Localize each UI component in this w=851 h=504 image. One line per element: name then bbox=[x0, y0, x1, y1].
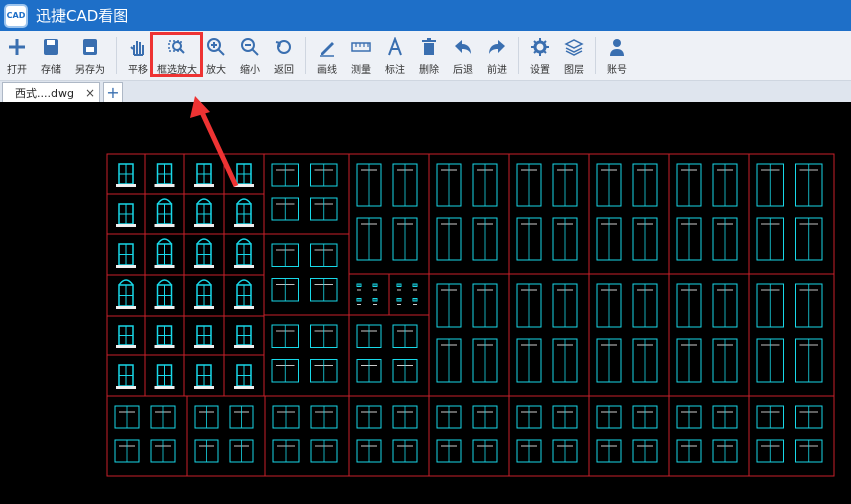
window-sill bbox=[116, 345, 136, 348]
plus-icon bbox=[9, 39, 25, 55]
zoom-out-label: 缩小 bbox=[240, 65, 260, 76]
window-sill bbox=[234, 224, 254, 227]
window-sill bbox=[116, 306, 136, 309]
ruler-icon bbox=[351, 42, 371, 52]
close-icon[interactable]: × bbox=[85, 86, 95, 100]
hand-icon bbox=[130, 41, 144, 56]
window-sill bbox=[234, 265, 254, 268]
window-sill bbox=[154, 265, 175, 268]
detail-cell bbox=[748, 395, 835, 477]
window-sill bbox=[116, 184, 136, 187]
window-sill bbox=[154, 386, 175, 389]
window-sill bbox=[116, 265, 136, 268]
layers-icon bbox=[564, 39, 584, 56]
window-sill bbox=[154, 306, 175, 309]
detail-cell bbox=[263, 314, 350, 397]
delete-label: 删除 bbox=[419, 65, 439, 76]
window-sill bbox=[234, 386, 254, 389]
toolbar-separator bbox=[305, 37, 306, 74]
account-button[interactable]: 账号 bbox=[600, 31, 634, 80]
layers-button[interactable]: 图层 bbox=[557, 31, 591, 80]
undo-label: 后退 bbox=[453, 65, 473, 76]
window-sill bbox=[234, 184, 254, 187]
window-sill bbox=[194, 345, 214, 348]
save-label: 存储 bbox=[41, 65, 61, 76]
app-title: 迅捷CAD看图 bbox=[36, 7, 129, 25]
annotate-label: 标注 bbox=[385, 65, 405, 76]
window-sill bbox=[116, 386, 136, 389]
detail-cell bbox=[748, 273, 835, 397]
redo-icon bbox=[489, 40, 505, 54]
toolbar-separator bbox=[518, 37, 519, 74]
detail-cell bbox=[263, 153, 350, 235]
window-sill bbox=[194, 224, 214, 227]
open-label: 打开 bbox=[7, 65, 27, 76]
open-button[interactable]: 打开 bbox=[0, 31, 34, 80]
zoom-in-icon bbox=[207, 38, 225, 56]
toolbar-separator bbox=[116, 37, 117, 74]
detail-cell bbox=[264, 395, 350, 477]
window-sill bbox=[194, 265, 214, 268]
zoom-in-button[interactable]: 放大 bbox=[199, 31, 233, 80]
toolbar-separator bbox=[595, 37, 596, 74]
settings-label: 设置 bbox=[530, 65, 550, 76]
redo-label: 前进 bbox=[487, 65, 507, 76]
window-sill bbox=[234, 306, 254, 309]
back-label: 返回 bbox=[274, 65, 294, 76]
tab-file[interactable]: 西式....dwg × bbox=[2, 82, 100, 102]
app-logo: CAD bbox=[4, 3, 28, 28]
undo-icon bbox=[455, 40, 471, 54]
annotate-button[interactable]: 标注 bbox=[378, 31, 412, 80]
delete-button[interactable]: 删除 bbox=[412, 31, 446, 80]
window-sill bbox=[154, 345, 175, 348]
save-as-icon bbox=[83, 39, 97, 55]
tab-file-label: 西式....dwg bbox=[15, 86, 74, 100]
detail-cell bbox=[748, 153, 835, 275]
window-sill bbox=[194, 306, 214, 309]
window-sill bbox=[116, 224, 136, 227]
redo-button[interactable]: 前进 bbox=[480, 31, 514, 80]
title-bar: CAD 迅捷CAD看图 bbox=[0, 0, 851, 31]
zoom-out-icon bbox=[241, 38, 259, 56]
tab-bar: 西式....dwg × + bbox=[0, 81, 851, 102]
drawing-canvas[interactable] bbox=[0, 102, 851, 500]
window-sill bbox=[234, 345, 254, 348]
save-as-label: 另存为 bbox=[75, 65, 105, 76]
save-as-button[interactable]: 另存为 bbox=[68, 31, 112, 80]
add-tab-button[interactable]: + bbox=[103, 82, 123, 102]
detail-cell bbox=[348, 273, 390, 316]
window-sill bbox=[154, 224, 175, 227]
cad-drawing bbox=[106, 153, 835, 477]
gear-icon bbox=[531, 38, 549, 56]
undo-button[interactable]: 后退 bbox=[446, 31, 480, 80]
detail-cell bbox=[388, 273, 430, 316]
box-zoom-highlight bbox=[150, 32, 203, 77]
zoom-out-button[interactable]: 缩小 bbox=[233, 31, 267, 80]
measure-button[interactable]: 测量 bbox=[344, 31, 378, 80]
zoom-in-label: 放大 bbox=[206, 65, 226, 76]
pen-icon bbox=[320, 42, 334, 57]
draw-line-label: 画线 bbox=[317, 65, 337, 76]
detail-cell bbox=[263, 233, 350, 316]
save-icon bbox=[44, 39, 58, 55]
save-button[interactable]: 存储 bbox=[34, 31, 68, 80]
window-sill bbox=[194, 184, 214, 187]
user-icon bbox=[610, 39, 624, 56]
pan-label: 平移 bbox=[128, 65, 148, 76]
account-label: 账号 bbox=[607, 65, 627, 76]
measure-label: 测量 bbox=[351, 65, 371, 76]
window-sill bbox=[194, 386, 214, 389]
window-sill bbox=[154, 184, 175, 187]
back-button[interactable]: 返回 bbox=[267, 31, 301, 80]
settings-button[interactable]: 设置 bbox=[523, 31, 557, 80]
draw-line-button[interactable]: 画线 bbox=[310, 31, 344, 80]
layers-label: 图层 bbox=[564, 65, 584, 76]
back-icon bbox=[275, 40, 291, 54]
toolbar: 打开 存储 另存为 平移 框选放大 放大 缩小 返回 画线 测量 标注 删除 后… bbox=[0, 31, 851, 81]
text-icon bbox=[388, 37, 402, 56]
trash-icon bbox=[422, 38, 436, 55]
